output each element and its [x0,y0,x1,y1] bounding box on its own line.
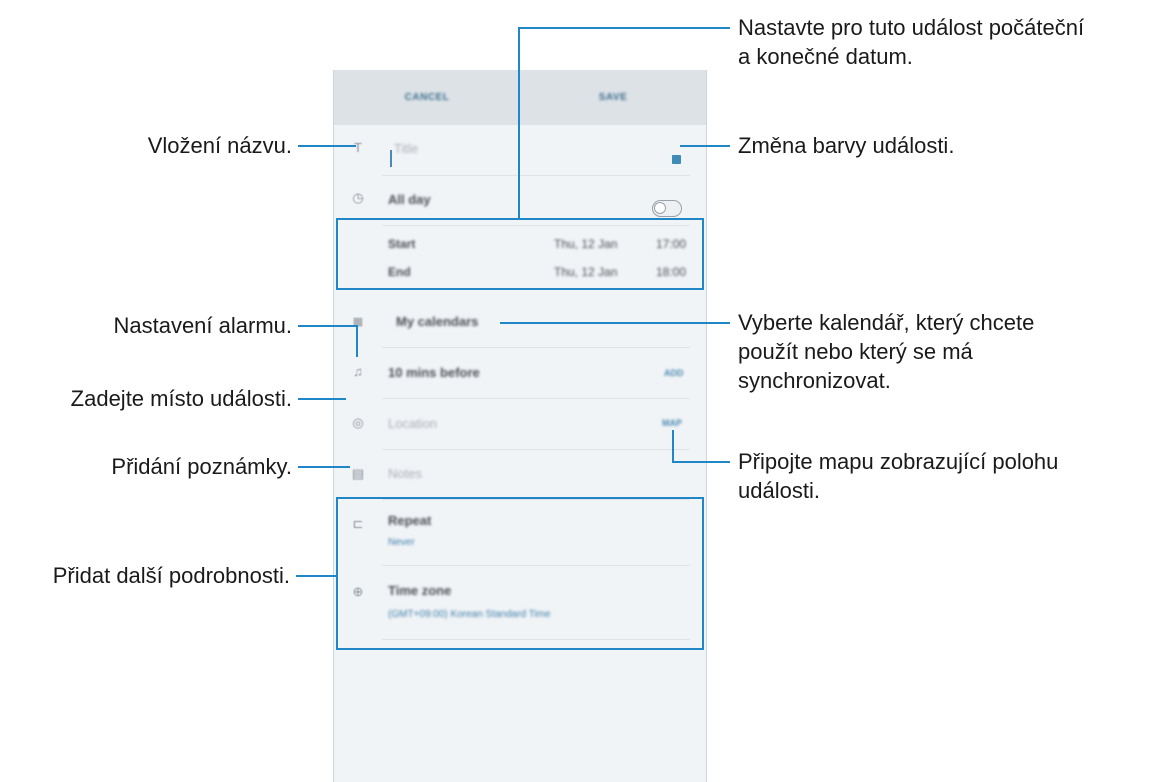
annotation-calendar: Vyberte kalendář, který chcete použít ne… [738,308,1034,395]
dates-connector-v [518,27,520,219]
more-details-highlight [336,497,704,650]
notes-connector [298,466,350,468]
color-connector [680,145,730,147]
all-day-toggle[interactable] [652,200,682,217]
title-input[interactable]: Title [394,141,418,156]
location-pin-icon: ◎ [352,415,364,430]
annotation-color: Změna barvy události. [738,133,955,158]
calendar-label[interactable]: My calendars [396,314,478,329]
action-bar: CANCEL SAVE [334,70,706,125]
notes-icon: ▤ [351,466,365,481]
title-row[interactable]: Title [382,125,690,176]
annotation-dates-line1: Nastavte pro tuto událost počáteční [738,15,1085,40]
annotation-calendar-line2: použít nebo který se má [738,339,973,364]
location-connector [298,398,346,400]
annotation-map: Připojte mapu zobrazující polohu událost… [738,447,1058,505]
clock-icon: ◷ [352,190,364,205]
cancel-button[interactable]: CANCEL [334,70,520,125]
title-icon: T [354,140,362,155]
map-connector-v [672,430,674,463]
date-range-highlight [336,218,704,290]
annotation-map-line2: události. [738,478,820,503]
annotation-title: Vložení názvu. [147,133,292,158]
notes-input[interactable]: Notes [388,466,422,481]
annotation-details: Přidat další podrobnosti. [52,563,290,588]
notes-row[interactable]: Notes [382,449,690,500]
map-connector-h [672,461,730,463]
annotation-dates: Nastavte pro tuto událost počáteční a ko… [738,13,1084,71]
title-connector [298,145,356,147]
event-color-swatch[interactable] [672,155,681,164]
annotation-notes: Přidání poznámky. [111,454,292,479]
annotation-location: Zadejte místo události. [70,386,292,411]
bell-icon: ♫ [353,364,363,379]
annotation-alarm: Nastavení alarmu. [113,313,292,338]
location-row[interactable]: Location MAP [382,398,690,450]
dates-connector-h [518,27,730,29]
alarm-label: 10 mins before [388,365,480,380]
annotation-calendar-line1: Vyberte kalendář, který chcete [738,310,1035,335]
toggle-knob [654,202,666,214]
annotation-map-line1: Připojte mapu zobrazující polohu [738,449,1059,474]
map-button[interactable]: MAP [662,418,682,428]
add-alarm-button[interactable]: ADD [664,368,684,378]
alarm-connector-v [356,325,358,357]
phone-screen: CANCEL SAVE T Title ◷ All day Start Thu,… [333,70,707,782]
save-button[interactable]: SAVE [520,70,706,125]
details-connector [296,575,336,577]
alarm-row[interactable]: 10 mins before ADD [382,347,690,399]
calendar-connector [500,322,730,324]
all-day-label: All day [388,192,431,207]
annotation-dates-line2: a konečné datum. [738,44,913,69]
alarm-connector-h [298,325,356,327]
text-cursor [390,150,392,167]
location-input[interactable]: Location [388,416,437,431]
annotation-calendar-line3: synchronizovat. [738,368,891,393]
